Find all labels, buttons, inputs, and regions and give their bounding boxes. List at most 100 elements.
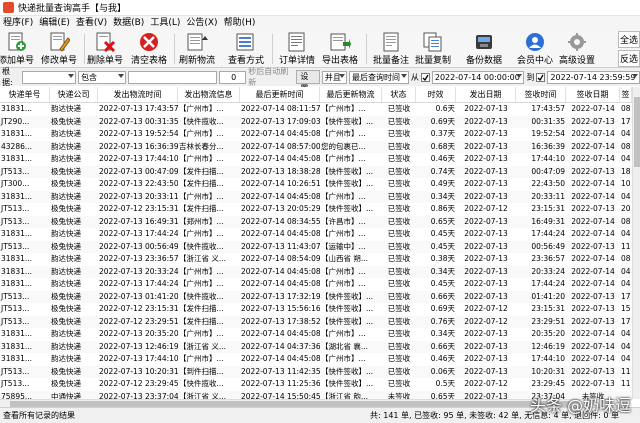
table-cell: 2022-07-14 04:45:08 [241, 354, 320, 363]
table-cell: 20:35:20 [531, 329, 565, 338]
table-cell: 43286... [1, 141, 33, 151]
table-cell: 2022-07-14 [571, 266, 615, 276]
table-row[interactable]: 31831... 韵达快递 2022-07-13 17:44:10 【广州市】... 2… [0, 353, 632, 366]
table-row[interactable]: 31831... 韵达快递 2022-07-13 23:36:57 【浙江省 义...… [0, 253, 632, 266]
table-row[interactable]: JT513... 极兔快递 2022-07-13 10:20:31 【到件扫描... 2… [0, 365, 632, 378]
table-row[interactable]: 31831... 韵达快递 2022-07-13 17:44:24 【广州市】... 2… [0, 278, 632, 291]
window-title: 快递批量查询高手【与我】 [18, 4, 127, 14]
table-cell: 【快件揽收... [179, 291, 224, 301]
table-row[interactable]: 31831... 韵达快递 2022-07-13 17:44:10 【广州市】... 2… [0, 153, 632, 166]
column-header[interactable]: 快递公司 [50, 87, 98, 102]
view-mode-button[interactable]: 查看方式 [228, 31, 264, 67]
table-cell: 极兔快递 [51, 379, 81, 388]
to-datetime[interactable]: 2022-07-14 23:59:59 [547, 70, 640, 84]
table-cell: 极兔快递 [51, 204, 81, 213]
table-cell: 已签收 [387, 241, 411, 251]
add-number-button[interactable]: 添加单号 [0, 31, 34, 67]
column-header[interactable]: 时效 [416, 87, 456, 102]
table-row[interactable]: 31831... 韵达快递 2022-07-13 20:35:20 【广州市】... 2… [0, 328, 632, 341]
refresh-interval-input[interactable]: 0 [219, 70, 247, 84]
results-table[interactable]: 快递单号 快递公司 发出物流时间 发出物流信息 最后更新时间 最后更新物流 状态 时效 发出日期… [0, 87, 632, 399]
refresh-logistics-button[interactable]: 刷新物流 [179, 31, 215, 67]
table-row[interactable]: 31831... 韵达快递 2022-07-13 20:33:24 【广州市】... 2… [0, 265, 632, 278]
backup-data-button[interactable]: 备份数据 [462, 31, 506, 67]
table-cell: 00:47:09 [531, 166, 565, 176]
table-cell: 已签收 [387, 329, 411, 338]
table-row[interactable]: 31831... 韵达快递 2022-07-13 20:33:11 【广州市】... 2… [0, 190, 632, 203]
vertical-scroll-thumb[interactable] [634, 97, 640, 167]
table-cell: 2022-07-13 [571, 241, 615, 251]
delete-number-button[interactable]: 删除单号 [87, 31, 123, 67]
table-row[interactable]: JT290... 极兔快递 2022-07-13 00:31:35 【快件揽收... 2… [0, 115, 632, 128]
column-header[interactable]: 签收时间 [516, 87, 566, 102]
table-row[interactable]: JT513... 极兔快递 2022-07-12 23:15:31 【发件扫描... 2… [0, 303, 632, 316]
table-cell: 吉林长春分... [179, 141, 224, 151]
menu-help[interactable]: 帮助(H) [221, 16, 259, 30]
menu-data[interactable]: 数据(B) [110, 16, 147, 30]
table-row[interactable]: 31831... 韵达快递 2022-07-13 17:43:57 【广州市】... 2… [0, 103, 632, 116]
order-detail-button[interactable]: 订单详情 [279, 31, 315, 67]
from-datetime[interactable]: 2022-07-14 00:00:00 [431, 70, 525, 84]
member-center-button[interactable]: 会员中心 [517, 31, 553, 67]
column-header[interactable]: 最后更新时间 [240, 87, 320, 102]
chevron-down-icon [516, 73, 523, 78]
clear-table-button[interactable]: 清空表格 [131, 31, 167, 67]
column-header[interactable]: 签 [620, 87, 632, 102]
table-row[interactable]: JT513... 极兔快递 2022-07-12 23:15:31 【发件扫描... 2… [0, 203, 632, 216]
table-row[interactable]: JT513... 极兔快递 2022-07-13 00:56:49 【快件揽收... 2… [0, 240, 632, 253]
menu-program[interactable]: 程序(F) [0, 16, 36, 30]
column-header[interactable]: 发出物流信息 [178, 87, 240, 102]
from-label: 从 [410, 72, 419, 82]
table-cell: 2022-07-13 01:41:20 [99, 291, 178, 301]
table-cell: 【广州市】... [321, 329, 366, 338]
column-header[interactable]: 快递单号 [0, 87, 50, 102]
batch-note-button[interactable]: 批量备注 [372, 31, 410, 67]
logic-select[interactable]: 并且 [321, 70, 348, 84]
invert-select-button[interactable]: 反选 [618, 50, 640, 67]
table-cell: 31831... [1, 254, 33, 263]
table-cell: 04 [621, 329, 631, 338]
select-all-button[interactable]: 全选 [618, 31, 640, 48]
table-cell: 【湖北省 襄... [321, 341, 369, 351]
column-header[interactable]: 发出日期 [456, 87, 516, 102]
table-row[interactable]: 31831... 韵达快递 2022-07-13 17:44:24 【广州市】... 2… [0, 228, 632, 241]
table-cell: 【郑州市】... [179, 216, 224, 226]
menu-view[interactable]: 查看(V) [73, 16, 110, 30]
filter-bar: 根据: 包含 0 秒后自动刷新 设置 并且 最后查询时间 从 2022-07-1… [0, 67, 640, 93]
menu-tools[interactable]: 工具(L) [147, 16, 183, 30]
table-row[interactable]: JT513... 极兔快递 2022-07-13 16:49:31 【郑州市】... 2… [0, 215, 632, 228]
export-table-button[interactable]: 导出表格 [322, 31, 358, 67]
column-header[interactable]: 发出物流时间 [98, 87, 178, 102]
menu-notice[interactable]: 公告(X) [183, 16, 220, 30]
column-header[interactable]: 状态 [382, 87, 416, 102]
table-cell: JT513... [1, 216, 30, 226]
match-select[interactable]: 包含 [78, 70, 127, 84]
table-row[interactable]: 31831... 韵达快递 2022-07-13 12:46:19 【浙江省 义...… [0, 340, 632, 353]
table-row[interactable]: 43286... 韵达快递 2022-07-13 16:36:39 吉林长春分... 2… [0, 140, 632, 153]
table-row[interactable]: JT513... 极兔快递 2022-07-13 00:47:09 【发件扫描... 2… [0, 165, 632, 178]
sort-field-select[interactable]: 最后查询时间 [349, 70, 409, 84]
table-cell: 已签收 [387, 129, 411, 138]
table-cell: 【广州市】... [321, 129, 366, 138]
toolbar-separator [366, 34, 367, 64]
menu-edit[interactable]: 编辑(E) [36, 16, 73, 30]
table-cell: 0.34天 [430, 266, 455, 276]
table-row[interactable]: 31831... 韵达快递 2022-07-13 19:52:54 【广州市】... 2… [0, 128, 632, 141]
from-checkbox[interactable] [420, 72, 430, 82]
table-row[interactable]: JT513... 极兔快递 2022-07-13 01:41:20 【快件揽收... 2… [0, 290, 632, 303]
to-checkbox[interactable] [536, 72, 546, 82]
advanced-settings-button[interactable]: 高级设置 [559, 31, 595, 67]
settings-button[interactable]: 设置 [296, 70, 320, 93]
batch-copy-button[interactable]: 批量复制 [414, 31, 452, 67]
table-row[interactable]: JT513... 极兔快递 2022-07-12 23:29:45 【快件揽收... 2… [0, 378, 632, 391]
search-input[interactable] [128, 70, 218, 84]
edit-number-button[interactable]: 修改单号 [41, 31, 77, 67]
table-cell: 【快件揽收... [179, 379, 224, 388]
field-select[interactable] [22, 70, 77, 84]
column-header[interactable]: 签收日期 [566, 87, 620, 102]
table-row[interactable]: JT513... 极兔快递 2022-07-12 23:29:51 【发件扫描... 2… [0, 315, 632, 328]
vertical-scrollbar[interactable] [632, 87, 640, 399]
table-row[interactable]: JT300... 极兔快递 2022-07-13 22:43:50 【发件扫描... 2… [0, 178, 632, 191]
table-cell: 0.38天 [430, 254, 455, 263]
column-header[interactable]: 最后更新物流 [320, 87, 382, 102]
